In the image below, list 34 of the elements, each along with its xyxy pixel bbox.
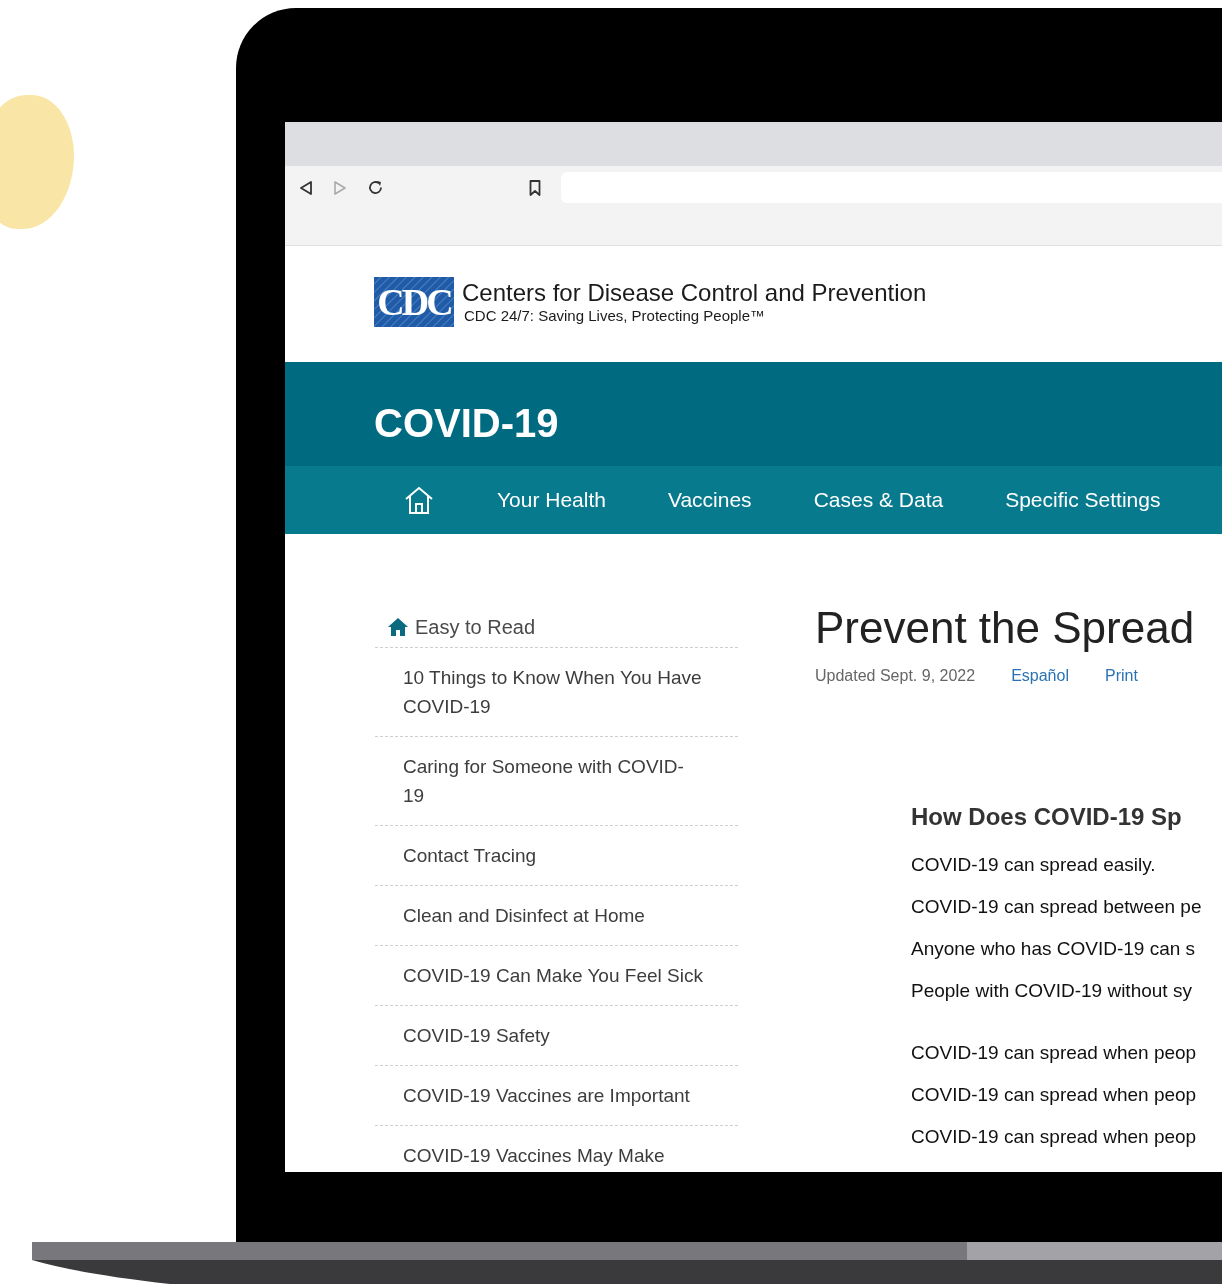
sidebar-link[interactable]: COVID-19 Vaccines are Important (403, 1081, 703, 1110)
sidebar-link[interactable]: COVID-19 Vaccines May Make (403, 1141, 703, 1170)
home-icon (387, 616, 409, 637)
page-link[interactable]: Print (1104, 664, 1138, 688)
paragraph: Anyone who has COVID-19 can s (911, 937, 1197, 961)
paragraph: COVID-19 can spread when peop (911, 1083, 1198, 1107)
sidebar-link[interactable]: Contact Tracing (403, 841, 703, 870)
nav-link[interactable]: Cases & Data (813, 484, 944, 516)
nav-link[interactable]: Your Health (497, 484, 606, 516)
logo: CDC (374, 277, 454, 327)
paragraph: COVID-19 can spread between pe (911, 895, 1202, 919)
sidebar-link[interactable]: COVID-19 Can Make You Feel Sick (403, 961, 703, 990)
bookmark-icon[interactable] (529, 180, 541, 196)
sidebar-link[interactable]: Clean and Disinfect at Home (403, 901, 703, 930)
sidebar-heading[interactable]: Easy to Read (415, 611, 536, 642)
section-heading: How Does COVID-19 Sp (911, 802, 1183, 832)
banner-title: COVID-19 (374, 403, 559, 443)
updated-date: Updated Sept. 9, 2022 (815, 666, 976, 686)
paragraph: COVID-19 can spread easily. (911, 853, 1157, 877)
paragraph: People with COVID-19 without sy (911, 979, 1193, 1003)
paragraph: COVID-19 can spread when peop (911, 1041, 1198, 1065)
sidebar-link[interactable]: COVID-19 Safety (403, 1021, 703, 1050)
paragraph: COVID-19 can spread when peop (911, 1125, 1198, 1149)
home-icon[interactable] (403, 485, 435, 515)
nav-link[interactable]: Specific Settings (1005, 484, 1161, 516)
sidebar-link[interactable]: 10 Things to Know When You Have COVID-19 (403, 663, 703, 721)
tagline: CDC 24/7: Saving Lives, Protecting People™ (464, 307, 766, 325)
reload-icon[interactable] (367, 179, 384, 196)
page-title: Prevent the Spread (815, 602, 1196, 654)
nav-link[interactable]: Vaccines (667, 484, 752, 516)
back-icon[interactable] (299, 179, 313, 196)
page-link[interactable]: Español (1011, 664, 1069, 688)
organization-name: Centers for Disease Control and Prevention (462, 279, 927, 307)
sidebar-link[interactable]: Caring for Someone with COVID-19 (403, 752, 703, 810)
